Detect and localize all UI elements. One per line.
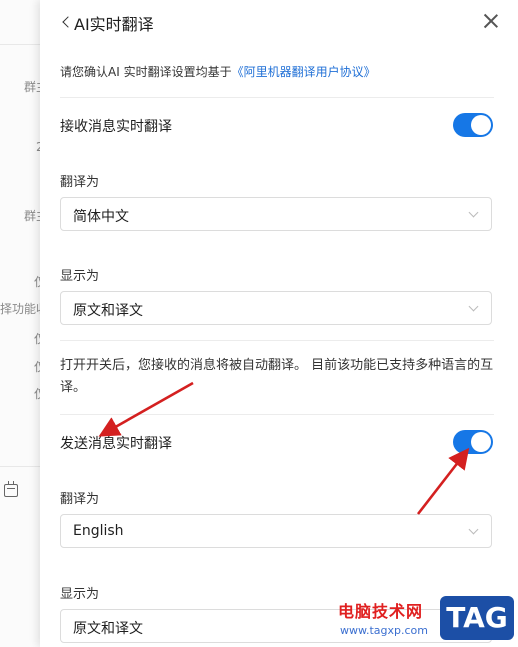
receive-translation-toggle[interactable] — [453, 113, 493, 137]
panel-header: AI实时翻译 — [40, 0, 518, 44]
toggle-knob — [471, 432, 491, 452]
chevron-down-icon — [468, 301, 479, 312]
watermark-site-name: 电脑技术网 — [338, 602, 424, 621]
send-translation-label: 发送消息实时翻译 — [60, 436, 172, 452]
ai-translation-panel: AI实时翻译 请您确认AI 实时翻译设置均基于《阿里机器翻译用户协议》 接收消息… — [40, 0, 518, 647]
select-value: 原文和译文 — [73, 303, 143, 319]
agreement-notice: 请您确认AI 实时翻译设置均基于《阿里机器翻译用户协议》 — [60, 63, 376, 80]
receive-translate-to-label: 翻译为 — [60, 175, 100, 190]
close-icon[interactable] — [482, 12, 500, 30]
toggle-knob — [471, 115, 491, 135]
select-value: English — [73, 523, 124, 539]
agreement-text: 请您确认AI 实时翻译设置均基于 — [60, 65, 232, 79]
select-value: 原文和译文 — [73, 621, 143, 637]
background-text: 群主 — [24, 209, 40, 223]
divider — [60, 414, 494, 415]
background-divider — [0, 44, 40, 45]
receive-translate-to-select[interactable]: 简体中文 — [60, 197, 492, 231]
chevron-down-icon — [468, 524, 479, 535]
send-translate-to-select[interactable]: English — [60, 514, 492, 548]
divider — [60, 340, 494, 341]
watermark-url: www.tagxp.com — [340, 624, 428, 637]
send-translation-toggle[interactable] — [453, 430, 493, 454]
agreement-link[interactable]: 《阿里机器翻译用户协议》 — [232, 65, 376, 79]
receive-display-as-select[interactable]: 原文和译文 — [60, 291, 492, 325]
background-text: 群主 — [24, 80, 40, 94]
receive-display-as-label: 显示为 — [60, 269, 100, 284]
divider — [60, 97, 494, 98]
background-divider — [0, 466, 40, 467]
watermark-badge: TAG — [440, 596, 514, 640]
translation-note: 打开开关后，您接收的消息将被自动翻译。 目前该功能已支持多种语言的互译。 — [60, 358, 494, 395]
send-translate-to-label: 翻译为 — [60, 492, 100, 507]
panel-title: AI实时翻译 — [74, 15, 154, 34]
receive-translation-label: 接收消息实时翻译 — [60, 119, 172, 135]
select-value: 简体中文 — [73, 209, 129, 225]
calendar-icon[interactable] — [4, 481, 18, 497]
chevron-down-icon — [468, 207, 479, 218]
background-app: 群主 2 群主 仅 择功能收 仅 仅 仅 — [0, 0, 40, 647]
background-text: 择功能收 — [0, 302, 40, 316]
send-display-as-label: 显示为 — [60, 587, 100, 602]
